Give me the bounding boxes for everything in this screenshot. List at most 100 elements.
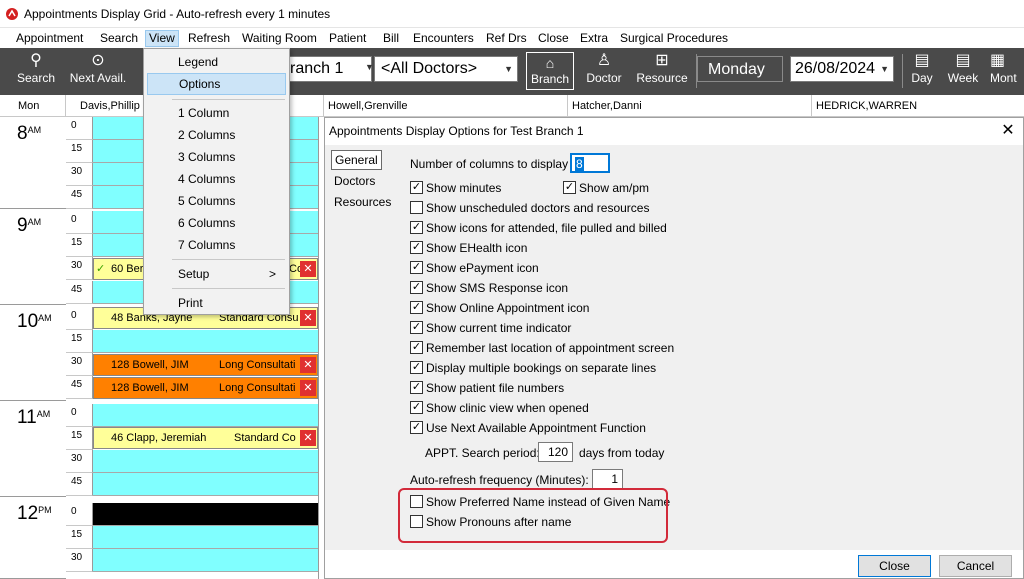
show-clinic-view-checkbox[interactable]: ✓ Show clinic view when opened (410, 401, 589, 417)
menu-appointment[interactable]: Appointment (13, 30, 86, 47)
show-ehealth-icon-checkbox[interactable]: ✓ Show EHealth icon (410, 241, 527, 257)
show-online-appointment-icon-checkbox[interactable]: ✓ Show Online Appointment icon (410, 301, 589, 317)
month-view-button[interactable]: ▦ Mont (990, 52, 1024, 86)
title-bar: Appointments Display Grid - Auto-refresh… (0, 0, 1024, 28)
remember-last-location-checkbox[interactable]: ✓ Remember last location of appointment s… (410, 341, 674, 357)
week-view-button[interactable]: ▤ Week (945, 52, 981, 86)
branch-select[interactable]: ranch 1 (284, 56, 372, 82)
tab-general[interactable]: General (331, 150, 382, 170)
use-next-available-checkbox[interactable]: ✓ Use Next Available Appointment Function (410, 421, 646, 437)
show-ampm-checkbox[interactable]: ✓ Show am/pm (563, 181, 649, 197)
checkbox-check-icon: ✓ (410, 381, 423, 395)
minute-cell: 0 (66, 117, 93, 140)
menu-extra[interactable]: Extra (577, 30, 611, 47)
view-menu-legend[interactable]: Legend (147, 51, 286, 73)
appointment-entry[interactable]: 128 Bowell, JIM Long Consultati (93, 377, 318, 399)
show-sms-response-icon-checkbox[interactable]: ✓ Show SMS Response icon (410, 281, 568, 297)
minute-cell: 30 (66, 163, 93, 186)
view-menu-2-columns[interactable]: 2 Columns (147, 124, 286, 146)
free-slot[interactable] (93, 549, 318, 572)
hour-cell: 10AM (0, 305, 66, 401)
doctor-column-header[interactable]: Howell,Grenville (324, 95, 568, 117)
date-dropdown-icon: ▼ (880, 64, 889, 74)
branch-view-button[interactable]: ⌂ Branch (526, 52, 574, 90)
view-menu-options[interactable]: Options (147, 73, 286, 95)
free-slot[interactable] (93, 404, 318, 427)
menu-separator (172, 288, 285, 289)
view-menu-setup[interactable]: Setup > (147, 263, 286, 285)
view-menu-1-column[interactable]: 1 Column (147, 102, 286, 124)
cancel-button[interactable]: Cancel (939, 555, 1012, 577)
minute-cell: 0 (66, 307, 93, 330)
free-slot[interactable] (93, 526, 318, 549)
autorefresh-input[interactable]: 1 (592, 469, 623, 489)
doctor-column-header[interactable]: Hatcher,Danni (568, 95, 812, 117)
appt-search-period-label: APPT. Search period: (425, 446, 540, 460)
hour-cell: 11AM (0, 401, 66, 497)
menu-waiting-room[interactable]: Waiting Room (239, 30, 320, 47)
cancel-appointment-icon[interactable]: ✕ (300, 380, 316, 396)
show-epayment-icon-checkbox[interactable]: ✓ Show ePayment icon (410, 261, 539, 277)
checkbox-check-icon: ✓ (410, 241, 423, 255)
resource-view-button[interactable]: ⊞ Resource (634, 52, 690, 86)
view-menu-3-columns[interactable]: 3 Columns (147, 146, 286, 168)
search-button[interactable]: ⚲ Search (14, 52, 58, 86)
view-menu-7-columns[interactable]: 7 Columns (147, 234, 286, 256)
menu-encounters[interactable]: Encounters (410, 30, 477, 47)
view-menu-5-columns[interactable]: 5 Columns (147, 190, 286, 212)
close-button[interactable]: Close (858, 555, 931, 577)
display-multiple-bookings-checkbox[interactable]: ✓ Display multiple bookings on separate l… (410, 361, 656, 377)
appt-search-suffix: days from today (579, 446, 665, 460)
menu-patient[interactable]: Patient (326, 30, 369, 47)
free-slot[interactable] (93, 330, 318, 353)
cancel-appointment-icon[interactable]: ✕ (300, 357, 316, 373)
menu-view[interactable]: View (145, 30, 179, 47)
cancel-appointment-icon[interactable]: ✕ (300, 310, 316, 326)
doctor-column-header[interactable]: HEDRICK,WARREN (812, 95, 1024, 117)
tab-resources[interactable]: Resources (331, 193, 394, 211)
view-menu-print[interactable]: Print (147, 292, 286, 314)
appointment-entry[interactable]: 46 Clapp, Jeremiah Standard Co (93, 427, 318, 449)
free-slot[interactable] (93, 473, 318, 496)
menu-refresh[interactable]: Refresh (185, 30, 233, 47)
date-picker[interactable]: 26/08/2024 ▼ (790, 56, 894, 82)
menu-search[interactable]: Search (97, 30, 141, 47)
show-current-time-indicator-checkbox[interactable]: ✓ Show current time indicator (410, 321, 571, 337)
menu-bill[interactable]: Bill (380, 30, 402, 47)
resource-icon: ⊞ (655, 52, 669, 69)
checkbox-check-icon: ✓ (410, 361, 423, 375)
free-slot[interactable] (93, 450, 318, 473)
autorefresh-label: Auto-refresh frequency (Minutes): (410, 473, 589, 487)
show-minutes-checkbox[interactable]: ✓ Show minutes (410, 181, 501, 197)
checkbox-check-icon: ✓ (410, 421, 423, 435)
minute-cell: 15 (66, 140, 93, 163)
menu-bar: Appointment Search View Refresh Waiting … (0, 28, 1024, 48)
appt-search-period-input[interactable]: 120 (538, 442, 573, 462)
day-view-button[interactable]: ▤ Day (908, 52, 936, 86)
minute-cell: 0 (66, 211, 93, 234)
close-icon[interactable]: ✕ (997, 120, 1019, 142)
num-columns-input[interactable]: 8 (570, 153, 610, 173)
search-icon: ⚲ (30, 52, 42, 69)
tab-doctors[interactable]: Doctors (331, 172, 378, 190)
doctor-view-button[interactable]: ♙ Doctor (580, 52, 628, 86)
minute-cell: 45 (66, 281, 93, 304)
view-menu-4-columns[interactable]: 4 Columns (147, 168, 286, 190)
appointment-entry[interactable]: 128 Bowell, JIM Long Consultati (93, 354, 318, 376)
show-unscheduled-checkbox[interactable]: Show unscheduled doctors and resources (410, 201, 649, 217)
menu-close[interactable]: Close (535, 30, 572, 47)
cancel-appointment-icon[interactable]: ✕ (300, 430, 316, 446)
show-patient-file-numbers-checkbox[interactable]: ✓ Show patient file numbers (410, 381, 564, 397)
minute-cell: 45 (66, 473, 93, 496)
dialog-title: Appointments Display Options for Test Br… (329, 124, 584, 138)
menu-ref-drs[interactable]: Ref Drs (483, 30, 530, 47)
next-available-button[interactable]: ⊙ Next Avail. (66, 52, 130, 86)
view-menu-6-columns[interactable]: 6 Columns (147, 212, 286, 234)
menu-surgical-procedures[interactable]: Surgical Procedures (617, 30, 731, 47)
toolbar-separator (902, 54, 903, 88)
cancel-appointment-icon[interactable]: ✕ (300, 261, 316, 277)
checkbox-check-icon: ✓ (410, 341, 423, 355)
doctor-select[interactable]: <All Doctors> ▼ (374, 56, 518, 82)
checkbox-check-icon: ✓ (563, 181, 576, 195)
show-attended-icons-checkbox[interactable]: ✓ Show icons for attended, file pulled an… (410, 221, 667, 237)
